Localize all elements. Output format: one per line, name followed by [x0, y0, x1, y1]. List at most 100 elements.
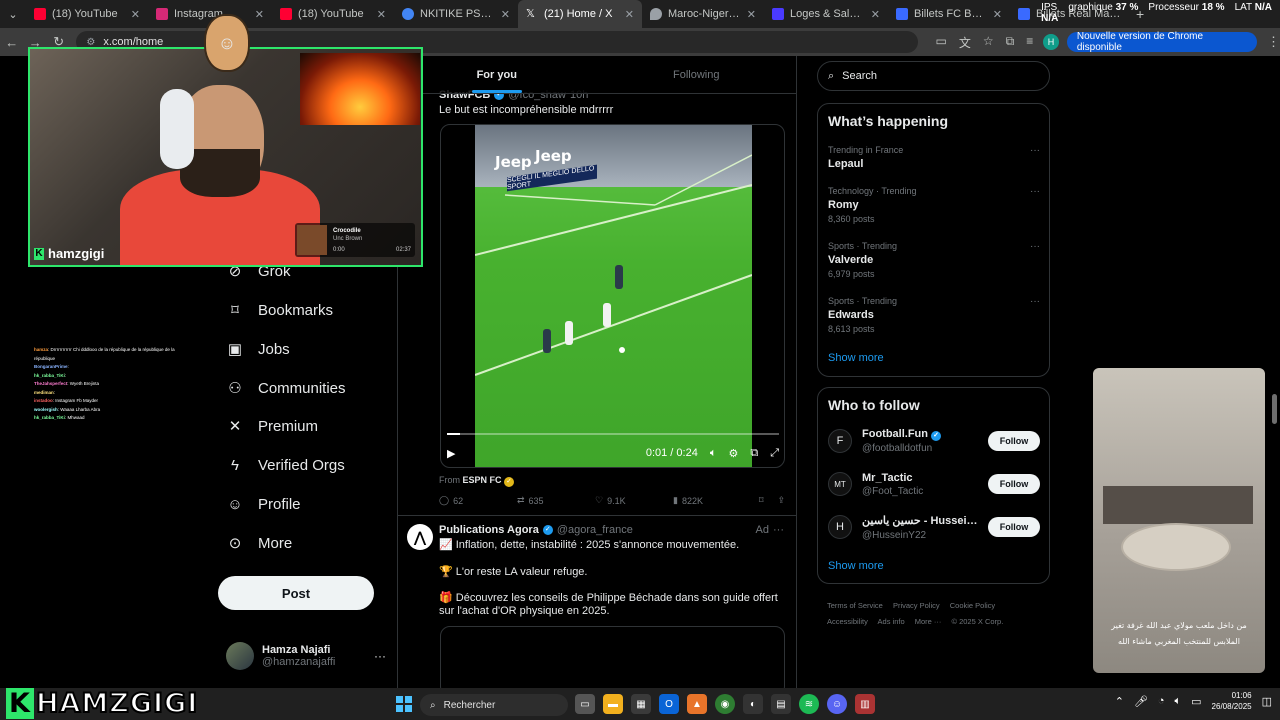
play-icon[interactable]: ▶ — [447, 447, 455, 460]
volume-icon[interactable]: 🔈︎ — [1175, 695, 1182, 708]
video-progress[interactable] — [447, 433, 779, 435]
follow-button[interactable]: Follow — [988, 474, 1040, 494]
close-tab-icon[interactable]: ✕ — [501, 8, 510, 21]
reply-button[interactable]: ◯ 62 — [439, 495, 517, 506]
file-explorer-icon[interactable]: ▬ — [603, 694, 623, 714]
pip-icon[interactable]: ⧉ — [750, 447, 758, 460]
tab-for-you[interactable]: For you — [397, 56, 597, 93]
tab-0[interactable]: (18) YouTube ✕ — [26, 0, 148, 28]
more-dots-icon[interactable]: ··· — [1030, 296, 1040, 307]
tweet[interactable]: ShawFCB ✓ @fco_shaw 10h Le but est incom… — [397, 86, 796, 516]
chrome-menu-icon[interactable]: ⋮ — [1267, 34, 1280, 50]
follow-button[interactable]: Follow — [988, 517, 1040, 537]
views-button[interactable]: ▮ 822K — [673, 495, 751, 506]
bookmark-icon[interactable]: ⌑ — [759, 495, 764, 506]
show-more-link[interactable]: Show more — [828, 560, 884, 572]
footer-link[interactable]: Accessibility — [827, 617, 868, 626]
nav-jobs[interactable]: ▣ Jobs — [226, 340, 290, 359]
tab-3[interactable]: NKITIKE PSGH - Rech ✕ — [394, 0, 518, 28]
app-icon[interactable]: ▲ — [687, 694, 707, 714]
reading-list-icon[interactable]: ≡ — [1026, 34, 1033, 51]
taskbar-search[interactable]: ⌕ Rechercher — [420, 694, 568, 716]
discord-icon[interactable]: ☺ — [827, 694, 847, 714]
footer-link[interactable]: Terms of Service — [827, 601, 883, 610]
ad-tweet[interactable]: ⋀ Publications Agora ✓ @agora_france Ad … — [397, 516, 796, 688]
bookmark-star-icon[interactable]: ☆ — [983, 34, 994, 51]
app-icon[interactable]: ▤ — [771, 694, 791, 714]
agora-avatar[interactable]: ⋀ — [407, 524, 433, 550]
more-dots-icon[interactable]: ··· — [1030, 241, 1040, 252]
settings-gear-icon[interactable]: ⚙ — [728, 447, 738, 460]
clock[interactable]: 01:06 26/08/2025 — [1212, 690, 1252, 712]
trend-item[interactable]: Sports · Trending Edwards 8,613 posts ··… — [828, 296, 1040, 334]
tweet-handle[interactable]: @agora_france — [557, 524, 633, 536]
app-icon[interactable]: ▥ — [855, 694, 875, 714]
wifi-icon[interactable]: ◔ — [1158, 695, 1165, 707]
tab-search-icon[interactable]: ⌄ — [0, 0, 26, 28]
follow-suggestion[interactable]: F Football.Fun ✓ @footballdotfun Follow — [828, 424, 1040, 458]
more-dots-icon[interactable]: ··· — [374, 649, 386, 663]
notifications-icon[interactable]: ◫ — [1262, 695, 1272, 708]
close-tab-icon[interactable]: ✕ — [625, 8, 634, 21]
windows-start-icon[interactable] — [396, 696, 412, 712]
footer-link[interactable]: Privacy Policy — [893, 601, 940, 610]
nav-verified-orgs[interactable]: ϟ Verified Orgs — [226, 456, 345, 474]
source-link[interactable]: ESPN FC — [463, 475, 502, 485]
fullscreen-icon[interactable]: ⤢ — [770, 447, 779, 460]
tab-5[interactable]: Maroc-Niger : billett ✕ — [642, 0, 764, 28]
back-arrow-icon[interactable]: ← — [0, 35, 23, 50]
close-tab-icon[interactable]: ✕ — [377, 8, 386, 21]
tab-4[interactable]: 𝕏 (21) Home / X ✕ — [518, 0, 642, 28]
footer-link[interactable]: Ads info — [878, 617, 905, 626]
close-tab-icon[interactable]: ✕ — [747, 8, 756, 21]
cast-icon[interactable]: ▭ — [936, 34, 947, 51]
close-tab-icon[interactable]: ✕ — [131, 8, 140, 21]
like-button[interactable]: ♡ 9.1K — [595, 495, 673, 506]
site-info-icon[interactable]: ⚙ — [86, 37, 95, 48]
follow-suggestion[interactable]: MT Mr_Tactic @Foot_Tactic Follow — [828, 467, 1040, 501]
trend-item[interactable]: Technology · Trending Romy 8,360 posts ·… — [828, 186, 1040, 224]
repost-button[interactable]: ⇄ 635 — [517, 495, 595, 506]
nav-more[interactable]: ⊙ More — [226, 534, 292, 553]
account-switcher[interactable]: Hamza Najafi @hamzanajaffi ··· — [226, 642, 386, 670]
footer-link[interactable]: More ··· — [915, 617, 942, 626]
page-scrollbar[interactable] — [1272, 394, 1277, 424]
more-dots-icon[interactable]: ··· — [773, 524, 784, 536]
nav-bookmarks[interactable]: ⌑ Bookmarks — [226, 301, 333, 320]
app-icon[interactable]: ◐ — [743, 694, 763, 714]
spotify-icon[interactable]: ≋ — [799, 694, 819, 714]
trend-item[interactable]: Sports · Trending Valverde 6,979 posts ·… — [828, 241, 1040, 279]
ad-media-card[interactable] — [440, 626, 785, 688]
trend-item[interactable]: Trending in France Lepaul ··· — [828, 145, 1040, 170]
nav-profile[interactable]: ☺ Profile — [226, 495, 300, 513]
tab-7[interactable]: Billets FC Barcelona ✕ — [888, 0, 1010, 28]
video-player[interactable]: Jeep Jeep SCEGLI IL MEGLIO DELLO SPORT ▶… — [440, 124, 785, 468]
tab-2[interactable]: (18) YouTube ✕ — [272, 0, 394, 28]
chevron-up-icon[interactable]: ⌃ — [1115, 695, 1124, 708]
profile-avatar[interactable]: H — [1043, 34, 1059, 50]
post-button[interactable]: Post — [218, 576, 374, 610]
microphone-icon[interactable]: 🎤︎ — [1134, 695, 1148, 708]
more-dots-icon[interactable]: ··· — [1030, 186, 1040, 197]
task-view-icon[interactable]: ▭ — [575, 694, 595, 714]
share-icon[interactable]: ⇪ — [777, 495, 785, 506]
extensions-icon[interactable]: ⧉ — [1006, 34, 1015, 51]
nav-premium[interactable]: ✕ Premium — [226, 417, 318, 436]
tab-following[interactable]: Following — [597, 56, 797, 93]
show-more-link[interactable]: Show more — [828, 352, 884, 364]
outlook-icon[interactable]: O — [659, 694, 679, 714]
store-icon[interactable]: ▦ — [631, 694, 651, 714]
close-tab-icon[interactable]: ✕ — [993, 8, 1002, 21]
footer-link[interactable]: Cookie Policy — [950, 601, 995, 610]
tab-6[interactable]: Loges & Salons VIP ✕ — [764, 0, 888, 28]
close-tab-icon[interactable]: ✕ — [255, 8, 264, 21]
search-input[interactable]: ⌕ Search — [817, 61, 1050, 91]
chrome-icon[interactable]: ◉ — [715, 694, 735, 714]
close-tab-icon[interactable]: ✕ — [871, 8, 880, 21]
battery-icon[interactable]: ▭ — [1191, 695, 1201, 708]
nav-communities[interactable]: ⚇ Communities — [226, 379, 345, 398]
more-dots-icon[interactable]: ··· — [1030, 145, 1040, 156]
update-chrome-button[interactable]: Nouvelle version de Chrome disponible — [1066, 31, 1257, 53]
follow-suggestion[interactable]: H حسين ياسين - Hussei... ✓ @HusseinY22 F… — [828, 510, 1040, 544]
tweet-author[interactable]: Publications Agora — [439, 524, 539, 536]
